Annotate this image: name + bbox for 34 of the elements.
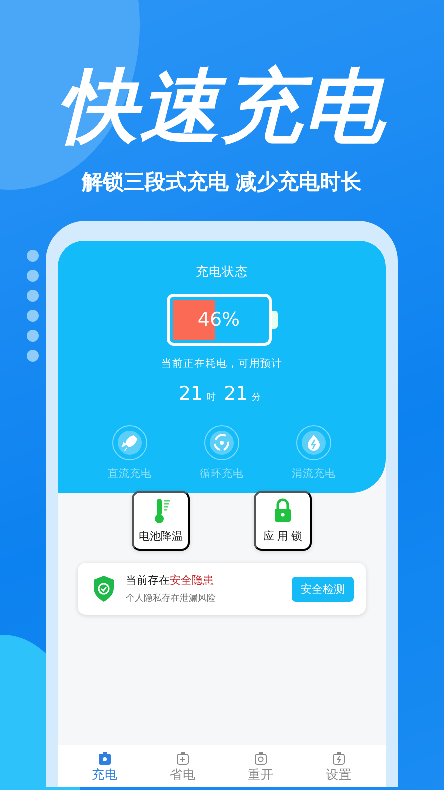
security-check-button[interactable]: 安全检测 — [292, 576, 354, 602]
status-text: 当前正在耗电，可用预计 — [162, 357, 282, 371]
battery-bolt-icon — [332, 751, 346, 766]
subtitle: 解锁三段式充电 减少充电时长 — [82, 169, 362, 196]
security-warning: 当前存在安全隐患 — [126, 573, 215, 588]
hours-unit: 时 — [207, 392, 216, 404]
tool-tile[interactable]: 电池降温 — [132, 491, 190, 551]
headline: 快速充电 — [58, 59, 386, 155]
padlock-icon — [272, 498, 294, 524]
decorative-dot — [27, 290, 39, 302]
tab[interactable]: 设置 — [309, 751, 369, 787]
water-drop-icon — [296, 425, 332, 461]
tool-tile[interactable]: 应 用 锁 — [254, 491, 312, 551]
tab[interactable]: 重开 — [231, 751, 291, 787]
minutes-value: 21 — [224, 383, 248, 405]
mode-label: 涓流充电 — [292, 467, 336, 481]
decorative-dot — [27, 250, 39, 262]
decorative-dot — [27, 270, 39, 282]
hours-value: 21 — [178, 383, 203, 405]
decorative-dot — [27, 310, 39, 322]
security-detail: 个人隐私存在泄漏风险 — [126, 592, 217, 605]
recycle-icon — [204, 425, 240, 461]
battery-swirl-icon — [254, 751, 268, 766]
tab[interactable]: 省电 — [153, 751, 213, 787]
decorative-dot — [27, 330, 39, 342]
battery-plus-icon — [176, 751, 190, 766]
mode-label: 循环充电 — [200, 467, 244, 481]
status-title: 充电状态 — [196, 263, 248, 281]
tab[interactable]: 充电 — [75, 751, 135, 787]
decorative-dot — [27, 350, 39, 362]
battery-gear-icon — [98, 751, 112, 766]
shield-check-icon — [92, 575, 116, 603]
minutes-unit: 分 — [252, 392, 262, 404]
mode-label: 直流充电 — [108, 467, 152, 481]
